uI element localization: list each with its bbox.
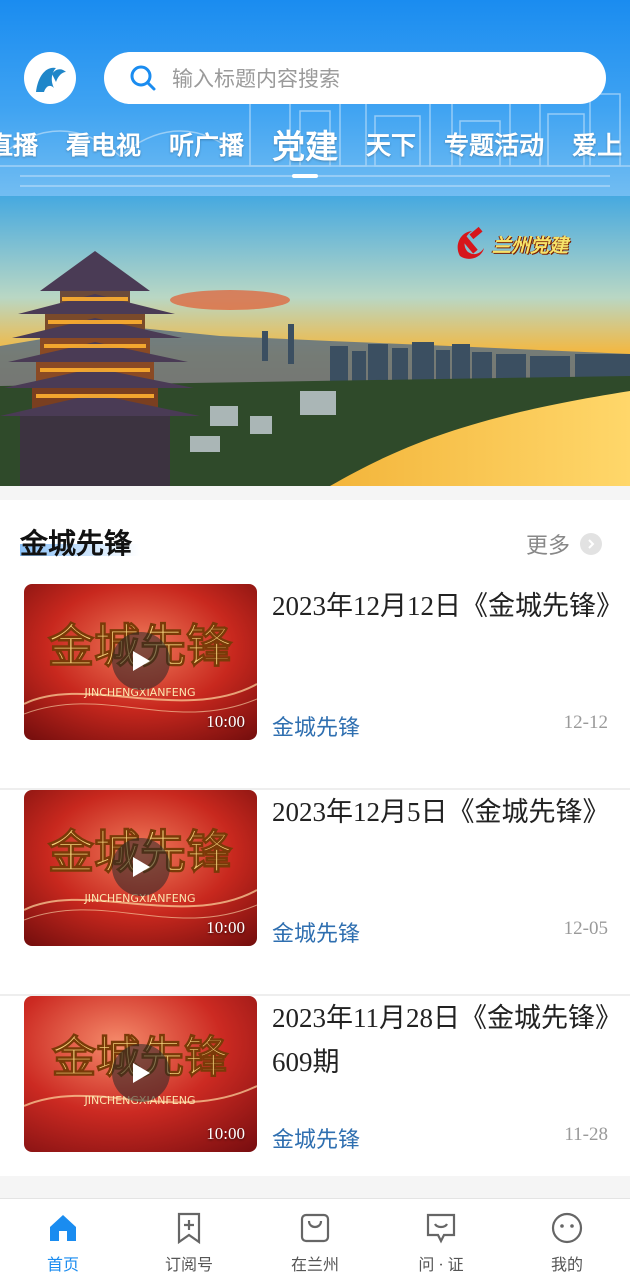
video-duration: 10:00 [206, 712, 245, 731]
tab-party-building-label: 党建 [272, 130, 339, 166]
article-item[interactable]: 金城先锋 JINCHENGXIANFENG 10:00 2023年11月28日《… [0, 996, 630, 1202]
search-bar[interactable]: 输入标题内容搜索 [104, 52, 606, 104]
more-label: 更多 [525, 534, 570, 559]
chat-icon [424, 1211, 458, 1245]
play-icon[interactable] [112, 632, 170, 690]
bag-icon [298, 1211, 332, 1245]
bookmark-add-icon [172, 1211, 206, 1245]
video-duration: 10:00 [206, 918, 245, 937]
article-source: 金城先锋 [272, 715, 361, 740]
tab-party-building[interactable]: 党建 [272, 120, 339, 178]
article-title[interactable]: 2023年12月5日《金城先锋》 [272, 790, 612, 834]
article-item[interactable]: 金城先锋 JINCHENGXIANFENG 10:00 2023年12月12日《… [0, 584, 630, 790]
tab-live[interactable]: 直播 [0, 126, 38, 162]
video-duration: 10:00 [206, 1124, 245, 1143]
profile-face-icon [550, 1211, 584, 1245]
article-item[interactable]: 金城先锋 JINCHENGXIANFENG 10:00 2023年12月5日《金… [0, 790, 630, 996]
app-logo[interactable] [24, 52, 76, 104]
article-title[interactable]: 2023年11月28日《金城先锋》609期 [272, 996, 612, 1084]
chevron-right-icon [580, 533, 602, 555]
play-icon[interactable] [112, 1044, 170, 1102]
nav-in-lanzhou-label: 在兰州 [290, 1257, 339, 1274]
article-source: 金城先锋 [272, 921, 361, 946]
search-icon [128, 63, 158, 93]
nav-ask[interactable]: 问 · 证 [378, 1199, 504, 1281]
bottom-navigation: 首页 订阅号 在兰州 问 · 证 我的 [0, 1198, 630, 1281]
nav-subscriptions[interactable]: 订阅号 [126, 1199, 252, 1281]
search-placeholder: 输入标题内容搜索 [172, 67, 340, 91]
home-icon [46, 1211, 80, 1245]
article-date: 12-05 [563, 918, 608, 939]
article-date: 11-28 [564, 1124, 608, 1145]
tab-listen-radio[interactable]: 听广播 [169, 126, 244, 162]
nav-ask-label: 问 · 证 [418, 1257, 464, 1274]
play-icon[interactable] [112, 838, 170, 896]
video-thumbnail[interactable]: 金城先锋 JINCHENGXIANFENG 10:00 [24, 996, 257, 1152]
tab-world[interactable]: 天下 [366, 126, 416, 162]
header: 输入标题内容搜索 直播 看电视 听广播 党建 天下 专题活动 爱上 [0, 0, 630, 196]
article-date: 12-12 [563, 712, 608, 733]
article-title[interactable]: 2023年12月12日《金城先锋》 [272, 584, 623, 628]
section-jincheng-pioneer: 金城先锋 更多 金城先锋 JINCHENGXIANFENG 10:00 2023… [0, 500, 630, 1176]
section-title: 金城先锋 [20, 529, 133, 560]
article-source: 金城先锋 [272, 1127, 361, 1152]
banner-label-text: 兰州党建 [491, 234, 568, 257]
channel-tabs: 直播 看电视 听广播 党建 天下 专题活动 爱上 [0, 126, 630, 178]
more-link[interactable]: 更多 [526, 528, 602, 560]
hammer-sickle-icon [452, 226, 488, 262]
nav-home-label: 首页 [46, 1257, 79, 1274]
tab-special-events[interactable]: 专题活动 [444, 126, 544, 162]
banner-carousel[interactable]: 兰州党建 [0, 196, 630, 486]
nav-in-lanzhou[interactable]: 在兰州 [252, 1199, 378, 1281]
nav-mine-label: 我的 [550, 1257, 583, 1274]
logo-icon [36, 67, 66, 92]
nav-mine[interactable]: 我的 [504, 1199, 630, 1281]
nav-home[interactable]: 首页 [0, 1199, 126, 1281]
lanzhou-party-building-badge: 兰州党建 [452, 226, 568, 262]
video-thumbnail[interactable]: 金城先锋 JINCHENGXIANFENG 10:00 [24, 584, 257, 740]
nav-subscriptions-label: 订阅号 [164, 1257, 213, 1274]
video-thumbnail[interactable]: 金城先锋 JINCHENGXIANFENG 10:00 [24, 790, 257, 946]
active-tab-indicator [292, 174, 319, 178]
tab-watch-tv[interactable]: 看电视 [66, 126, 141, 162]
tab-love[interactable]: 爱上 [572, 126, 622, 162]
